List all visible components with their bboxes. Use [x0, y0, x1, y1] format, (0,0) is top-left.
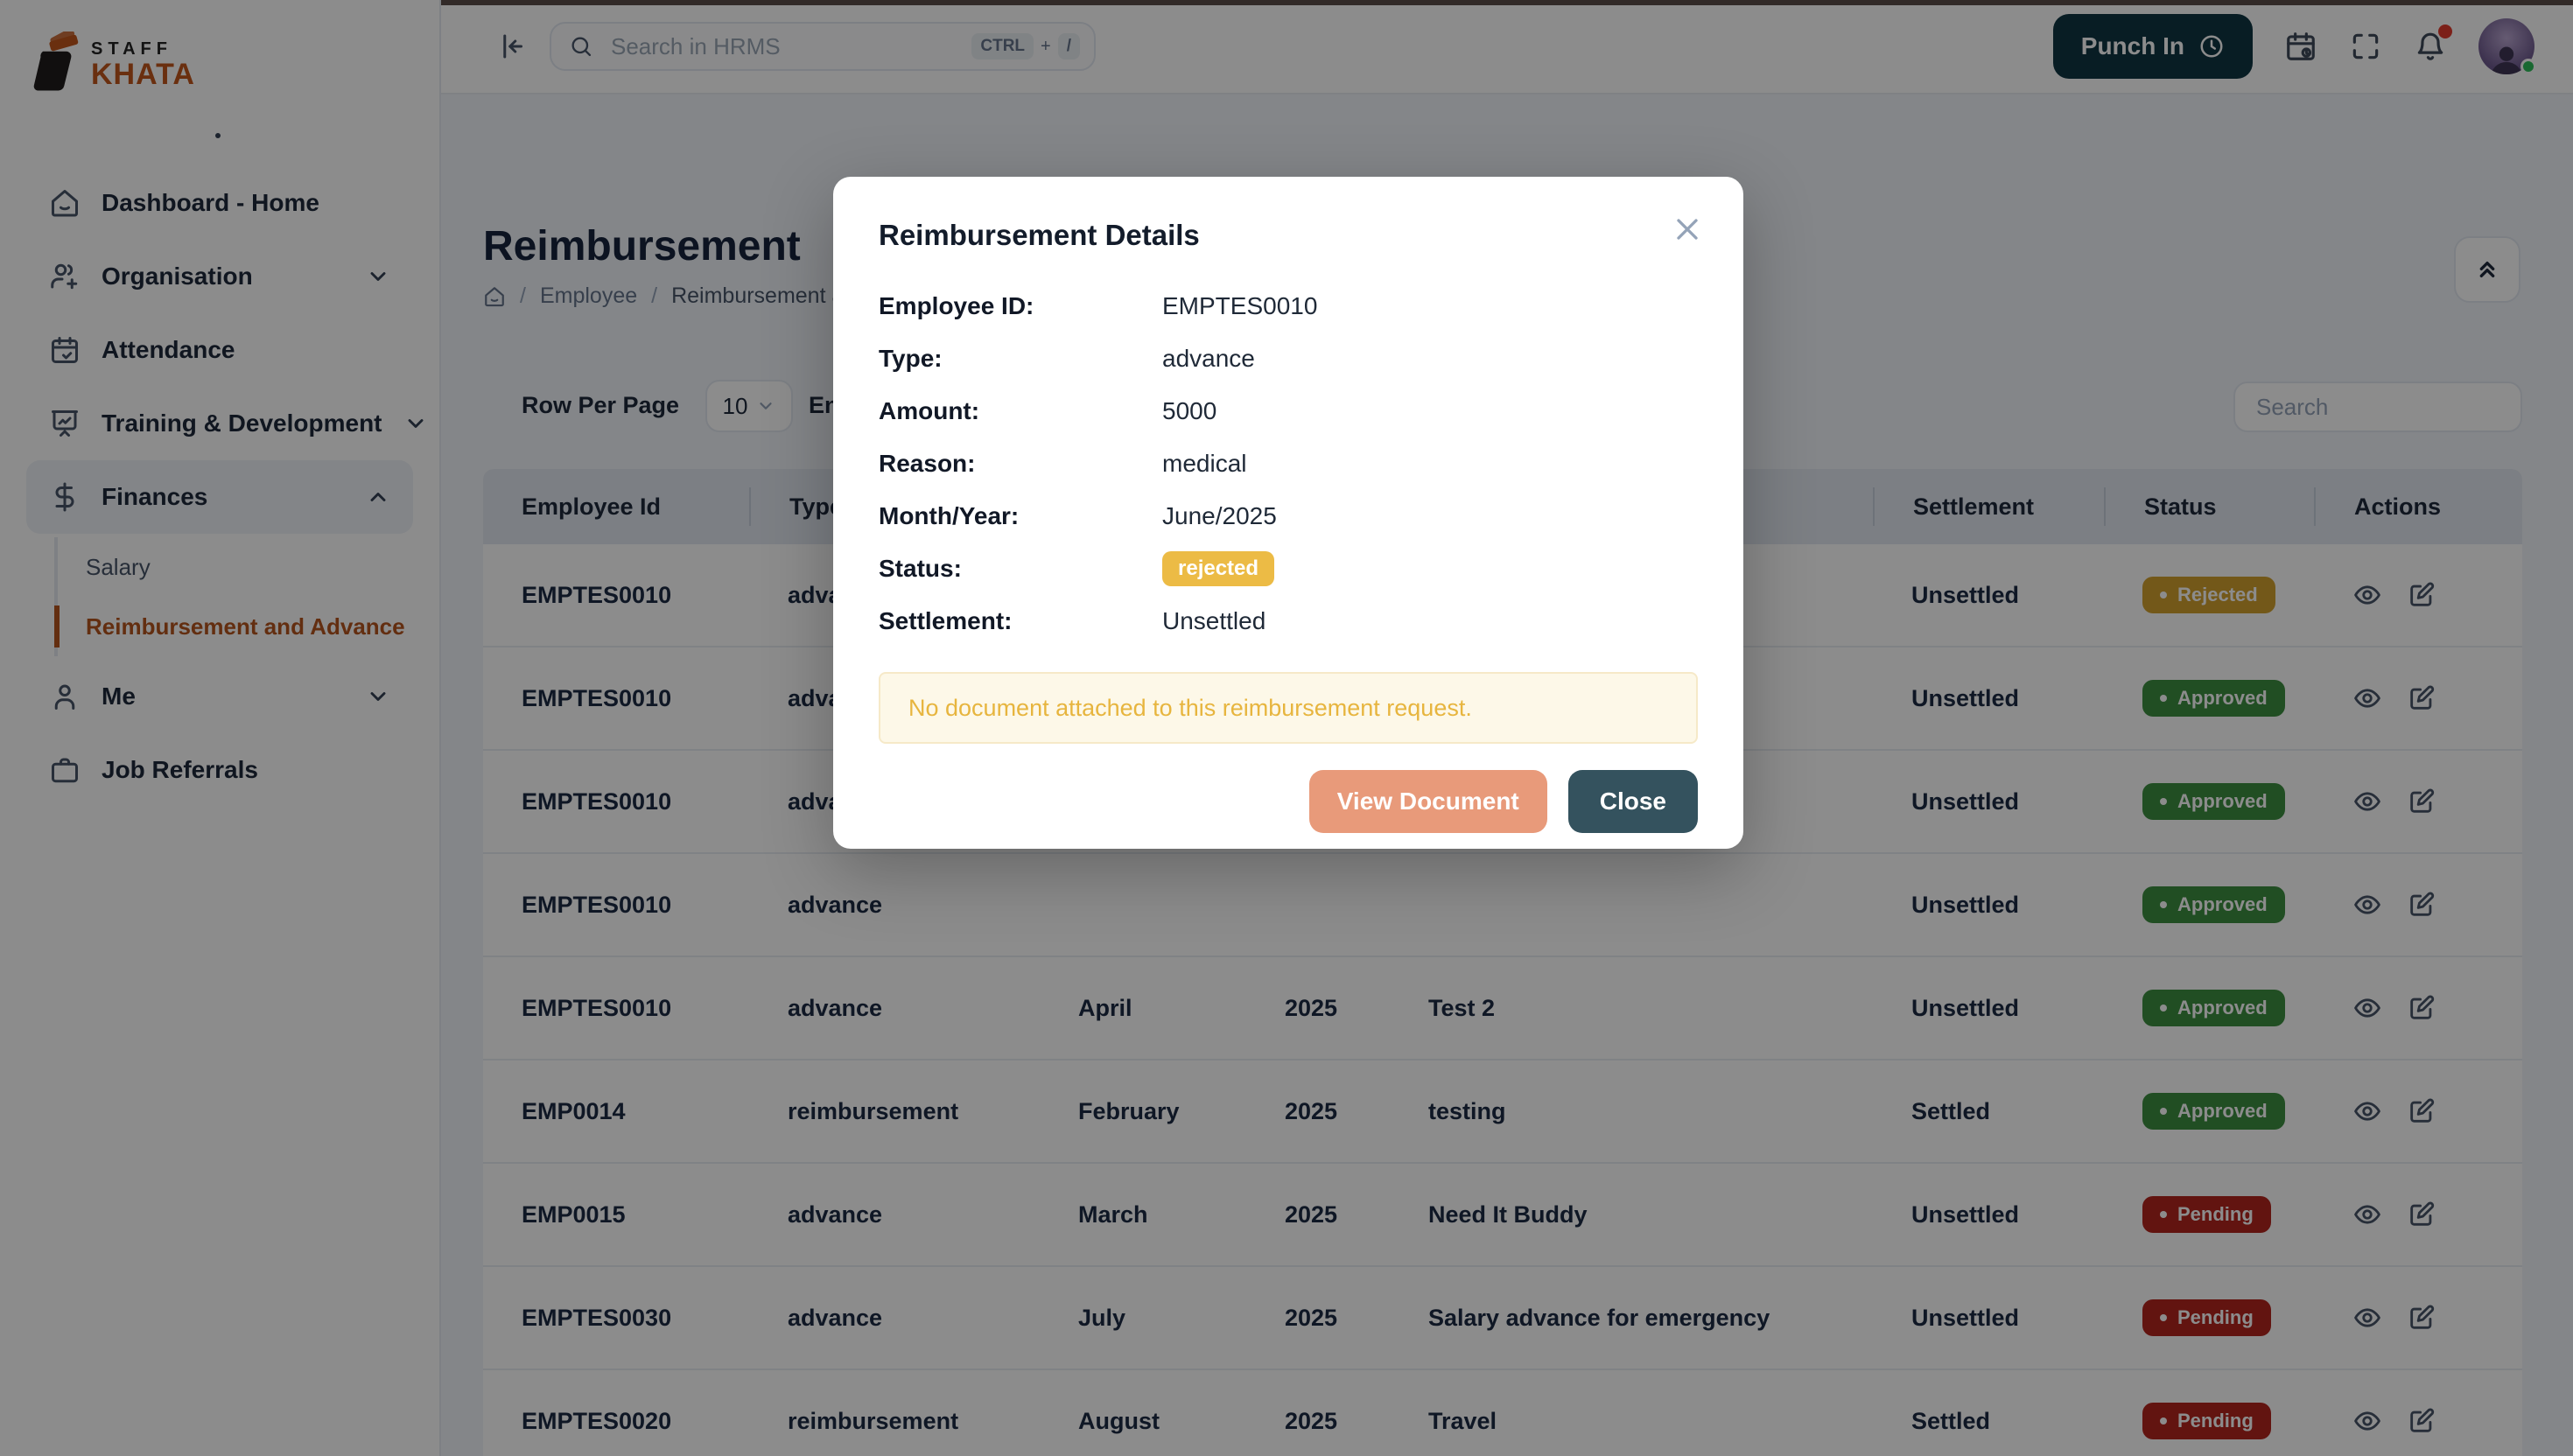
field-label: Settlement:	[879, 607, 1162, 635]
view-document-button[interactable]: View Document	[1309, 770, 1547, 833]
reimbursement-details-modal: Reimbursement Details Employee ID: EMPTE…	[833, 177, 1743, 849]
field-label: Reason:	[879, 450, 1162, 478]
field-value: June/2025	[1162, 502, 1277, 530]
close-button[interactable]: Close	[1568, 770, 1698, 833]
field-value: medical	[1162, 450, 1246, 478]
field-value: Unsettled	[1162, 607, 1265, 635]
field-month-year: Month/Year: June/2025	[879, 490, 1698, 542]
modal-title: Reimbursement Details	[879, 219, 1698, 252]
modal-footer: View Document Close	[879, 770, 1698, 833]
no-document-warning: No document attached to this reimburseme…	[879, 672, 1698, 744]
field-status: Status: rejected	[879, 542, 1698, 595]
field-label: Amount:	[879, 397, 1162, 425]
field-label: Type:	[879, 345, 1162, 373]
field-label: Month/Year:	[879, 502, 1162, 530]
field-reason: Reason: medical	[879, 438, 1698, 490]
app-root: STAFF KHATA Dashboard - Home Organisatio…	[0, 0, 2573, 1456]
field-settlement: Settlement: Unsettled	[879, 595, 1698, 648]
field-value: advance	[1162, 345, 1255, 373]
field-label: Employee ID:	[879, 292, 1162, 320]
field-value: EMPTES0010	[1162, 292, 1317, 320]
field-type: Type: advance	[879, 332, 1698, 385]
field-label: Status:	[879, 555, 1162, 583]
close-icon[interactable]	[1670, 212, 1705, 247]
field-amount: Amount: 5000	[879, 385, 1698, 438]
field-value: 5000	[1162, 397, 1216, 425]
field-employee-id: Employee ID: EMPTES0010	[879, 280, 1698, 332]
modal-status-badge: rejected	[1162, 551, 1274, 586]
